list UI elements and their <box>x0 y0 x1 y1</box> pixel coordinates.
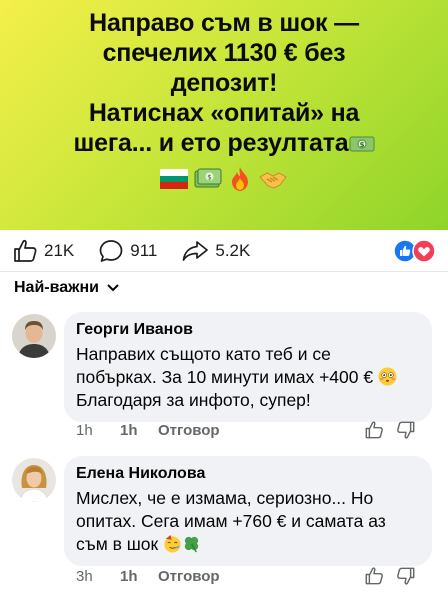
comment-text-line: Направих същото като теб и се <box>76 344 331 364</box>
comment-meta: 1h 1h Отговор <box>76 422 220 439</box>
comment-time: 1h <box>76 422 93 439</box>
svg-text:$: $ <box>359 141 364 149</box>
comment-text-line: Мислех, че е измама, сериозно... Но <box>76 488 374 508</box>
share-arrow-icon <box>183 240 209 261</box>
comment-text-line: побърках. За 10 минути имах +400 € <box>76 367 374 387</box>
love-reaction-icon <box>412 238 436 263</box>
thumbs-up-icon[interactable] <box>364 566 384 586</box>
thumbs-up-icon <box>14 239 37 262</box>
reply-button[interactable]: Отговор <box>158 568 220 585</box>
thumbs-down-icon[interactable] <box>396 420 416 440</box>
comment-bubble: Георги Иванов Направих същото като теб и… <box>64 312 432 422</box>
comment-like-label[interactable]: 1h <box>120 568 158 585</box>
like-button[interactable]: 21K <box>12 238 74 264</box>
post-image-banner: Направо съм в шок — спечелих 1130 € без … <box>0 0 448 230</box>
chevron-down-icon <box>107 284 119 292</box>
reaction-summary[interactable] <box>393 238 436 263</box>
female-avatar-icon <box>12 458 56 502</box>
handshake-icon <box>259 172 287 189</box>
comment-bubble: Елена Николова Мислех, че е измама, сери… <box>64 456 432 566</box>
sort-label: Най-важни <box>14 279 99 296</box>
comment-text-line: съм в шок <box>76 534 159 554</box>
comment-text: Направих същото като теб и се побърках. … <box>76 343 420 412</box>
comment-like-label[interactable]: 1h <box>120 422 158 439</box>
reaction-bar: 21K 911 5.2K <box>0 230 448 272</box>
headline-line: Натиснах «опитай» на <box>88 99 360 127</box>
comment-text-line: Благодаря за инфото, супер! <box>76 390 311 410</box>
fire-icon <box>232 167 248 191</box>
comment-count: 911 <box>130 240 158 260</box>
thumbs-down-icon[interactable] <box>396 566 416 586</box>
reply-button[interactable]: Отговор <box>158 422 220 439</box>
comment-author[interactable]: Елена Николова <box>76 464 420 484</box>
money-banknote-icon: $ <box>194 168 222 188</box>
share-count: 5.2K <box>215 240 251 260</box>
post-headline: Направо съм в шок — спечелих 1130 € без … <box>0 8 448 158</box>
money-banknote-icon: $ <box>349 136 374 152</box>
headline-line: Направо съм в шок — <box>89 9 359 37</box>
comment-vote-icons <box>364 420 416 440</box>
headline-line-with-icon: шега... и ето резултата $ <box>22 128 426 158</box>
comment-meta: 3h 1h Отговор <box>76 568 220 585</box>
comment-vote-icons <box>364 566 416 586</box>
comment-author[interactable]: Георги Иванов <box>76 320 420 340</box>
bulgaria-flag-icon <box>160 169 188 189</box>
like-count: 21K <box>44 240 75 260</box>
emoji-row: $ <box>0 164 448 194</box>
flushed-face-icon <box>378 367 397 386</box>
comment-bubble-icon <box>99 239 123 262</box>
avatar[interactable] <box>12 314 56 358</box>
comment-time: 3h <box>76 568 93 585</box>
svg-text:$: $ <box>207 174 211 182</box>
four-leaf-clover-icon <box>184 536 199 553</box>
comment-button[interactable]: 911 <box>98 238 157 264</box>
avatar[interactable] <box>12 458 56 502</box>
headline-line: спечелих 1130 € без <box>102 39 346 67</box>
comment-text-line: опитах. Сега имам +760 € и самата аз <box>76 511 386 531</box>
headline-line: шега... и ето резултата <box>73 129 349 157</box>
party-face-icon <box>164 534 181 553</box>
headline-line: депозит! <box>170 69 278 97</box>
comment-text-line-with-emoji: побърках. За 10 минути имах +400 € <box>76 366 420 389</box>
comment-text-line-with-emoji: съм в шок <box>76 533 420 556</box>
comment-text: Мислех, че е измама, сериозно... Но опит… <box>76 487 420 556</box>
thumbs-up-icon[interactable] <box>364 420 384 440</box>
comment-sort-dropdown[interactable]: Най-важни <box>14 279 119 297</box>
male-avatar-icon <box>12 314 56 358</box>
share-button[interactable]: 5.2K <box>181 238 250 264</box>
